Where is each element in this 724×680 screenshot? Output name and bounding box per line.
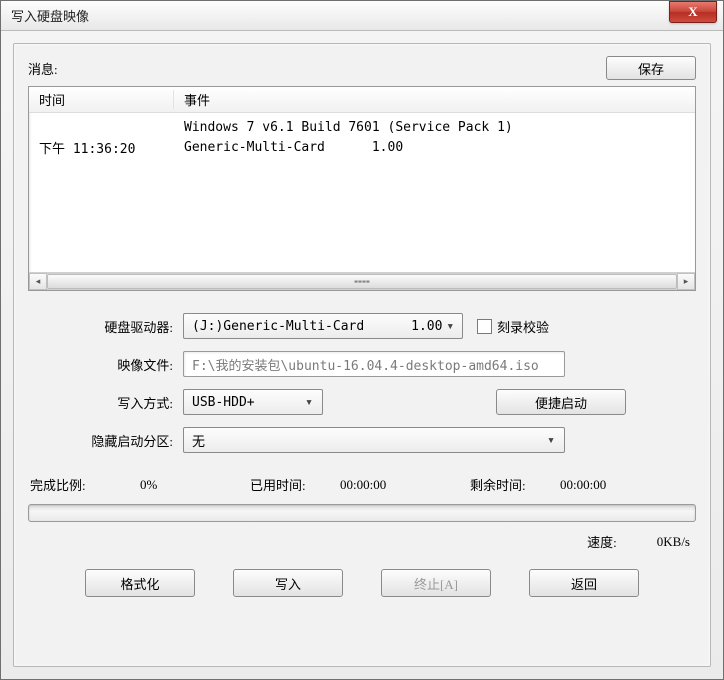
drive-combobox[interactable]: (J:)Generic-Multi-Card 1.00 ▾ bbox=[183, 313, 463, 339]
drive-value: (J:)Generic-Multi-Card 1.00 bbox=[192, 319, 442, 334]
scroll-thumb[interactable]: ╍╍ bbox=[47, 274, 677, 289]
image-label: 映像文件: bbox=[28, 355, 183, 374]
percent-label: 完成比例: bbox=[30, 475, 140, 494]
method-row: 写入方式: USB-HDD+ ▾ 便捷启动 bbox=[28, 389, 696, 415]
write-button[interactable]: 写入 bbox=[233, 569, 343, 597]
dialog-window: 写入硬盘映像 X 消息: 保存 时间 事件 Windows 7 v6.1 Bui… bbox=[0, 0, 724, 680]
elapsed-value: 00:00:00 bbox=[340, 477, 470, 493]
verify-checkbox[interactable] bbox=[477, 319, 492, 334]
chevron-down-icon: ▾ bbox=[300, 395, 318, 410]
speed-row: 速度: 0KB/s bbox=[28, 532, 696, 551]
list-item[interactable]: 下午 11:36:20 Generic-Multi-Card 1.00 bbox=[29, 137, 695, 157]
column-event[interactable]: 事件 bbox=[174, 90, 695, 109]
drive-label: 硬盘驱动器: bbox=[28, 317, 183, 336]
log-header: 时间 事件 bbox=[29, 87, 695, 113]
close-button[interactable]: X bbox=[669, 1, 717, 23]
write-method-combobox[interactable]: USB-HDD+ ▾ bbox=[183, 389, 323, 415]
form-area: 硬盘驱动器: (J:)Generic-Multi-Card 1.00 ▾ 刻录校… bbox=[28, 313, 696, 453]
method-label: 写入方式: bbox=[28, 393, 183, 412]
save-button[interactable]: 保存 bbox=[606, 56, 696, 80]
hidden-partition-row: 隐藏启动分区: 无 ▾ bbox=[28, 427, 696, 453]
back-button[interactable]: 返回 bbox=[529, 569, 639, 597]
scroll-track[interactable]: ╍╍ bbox=[47, 273, 677, 290]
log-body: Windows 7 v6.1 Build 7601 (Service Pack … bbox=[29, 113, 695, 272]
window-title: 写入硬盘映像 bbox=[11, 6, 717, 25]
close-icon: X bbox=[688, 4, 697, 20]
percent-value: 0% bbox=[140, 477, 250, 493]
quick-boot-button[interactable]: 便捷启动 bbox=[496, 389, 626, 415]
verify-label: 刻录校验 bbox=[497, 317, 549, 336]
abort-button[interactable]: 终止[A] bbox=[381, 569, 491, 597]
button-row: 格式化 写入 终止[A] 返回 bbox=[28, 569, 696, 597]
hidden-label: 隐藏启动分区: bbox=[28, 431, 183, 450]
remain-label: 剩余时间: bbox=[470, 475, 560, 494]
message-row: 消息: 保存 bbox=[28, 56, 696, 80]
horizontal-scrollbar[interactable]: ◂ ╍╍ ▸ bbox=[29, 272, 695, 290]
message-label: 消息: bbox=[28, 59, 606, 78]
drive-row: 硬盘驱动器: (J:)Generic-Multi-Card 1.00 ▾ 刻录校… bbox=[28, 313, 696, 339]
grip-icon: ╍╍ bbox=[354, 274, 370, 290]
method-value: USB-HDD+ bbox=[192, 395, 300, 410]
progress-bar bbox=[28, 504, 696, 522]
status-row: 完成比例: 0% 已用时间: 00:00:00 剩余时间: 00:00:00 bbox=[28, 475, 696, 494]
chevron-down-icon: ▾ bbox=[542, 433, 560, 448]
speed-label: 速度: bbox=[587, 532, 617, 551]
image-path-value: F:\我的安装包\ubuntu-16.04.4-desktop-amd64.is… bbox=[192, 355, 539, 374]
hidden-value: 无 bbox=[192, 431, 542, 450]
cell-event: Windows 7 v6.1 Build 7601 (Service Pack … bbox=[174, 120, 695, 135]
format-button[interactable]: 格式化 bbox=[85, 569, 195, 597]
scroll-left-button[interactable]: ◂ bbox=[29, 273, 47, 290]
hidden-partition-combobox[interactable]: 无 ▾ bbox=[183, 427, 565, 453]
image-path-field[interactable]: F:\我的安装包\ubuntu-16.04.4-desktop-amd64.is… bbox=[183, 351, 565, 377]
cell-event: Generic-Multi-Card 1.00 bbox=[174, 140, 695, 155]
triangle-right-icon: ▸ bbox=[684, 276, 689, 287]
remain-value: 00:00:00 bbox=[560, 477, 606, 493]
elapsed-label: 已用时间: bbox=[250, 475, 340, 494]
image-row: 映像文件: F:\我的安装包\ubuntu-16.04.4-desktop-am… bbox=[28, 351, 696, 377]
list-item[interactable]: Windows 7 v6.1 Build 7601 (Service Pack … bbox=[29, 117, 695, 137]
cell-time: 下午 11:36:20 bbox=[29, 138, 174, 157]
speed-value: 0KB/s bbox=[657, 534, 690, 550]
chevron-down-icon: ▾ bbox=[442, 319, 458, 334]
scroll-right-button[interactable]: ▸ bbox=[677, 273, 695, 290]
triangle-left-icon: ◂ bbox=[36, 276, 41, 287]
main-panel: 消息: 保存 时间 事件 Windows 7 v6.1 Build 7601 (… bbox=[13, 43, 711, 667]
log-listview: 时间 事件 Windows 7 v6.1 Build 7601 (Service… bbox=[28, 86, 696, 291]
titlebar[interactable]: 写入硬盘映像 X bbox=[1, 1, 723, 31]
column-time[interactable]: 时间 bbox=[29, 90, 174, 109]
content-area: 消息: 保存 时间 事件 Windows 7 v6.1 Build 7601 (… bbox=[1, 31, 723, 679]
